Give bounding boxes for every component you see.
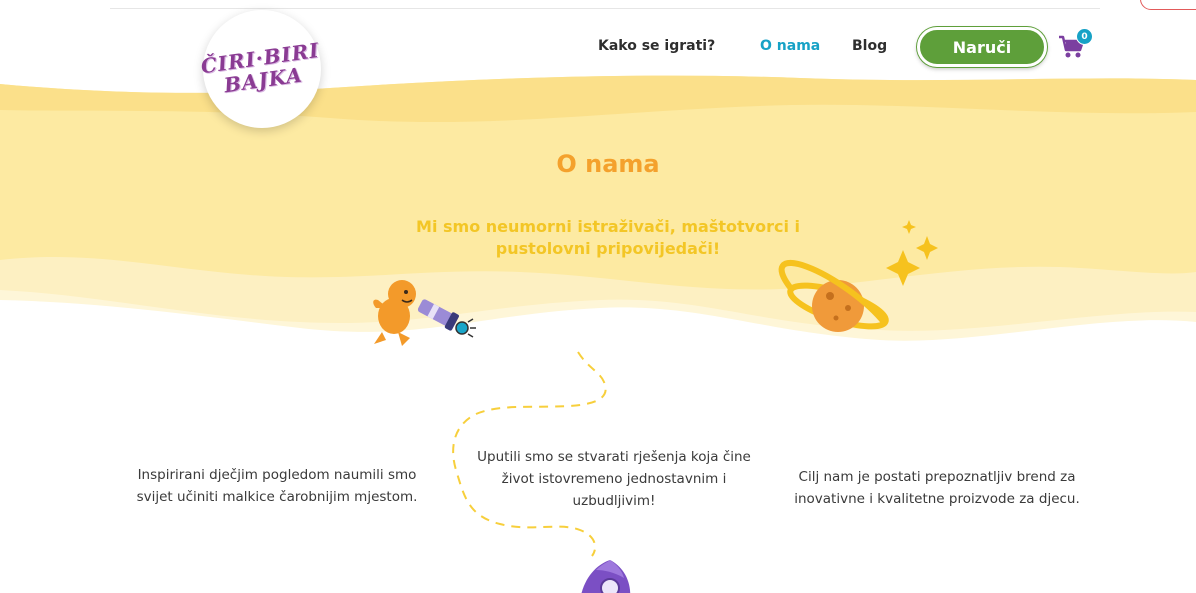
page-subtitle: Mi smo neumorni istraživači, maštotvorci… [416, 217, 800, 258]
column-text-solutions: Uputili smo se stvarati rješenja koja či… [477, 449, 751, 509]
nav-link-how-to-play[interactable]: Kako se igrati? [598, 38, 715, 54]
rocket-icon [581, 560, 631, 593]
nav-link-about-us[interactable]: O nama [760, 38, 820, 54]
site-logo[interactable]: ČIRI·BIRI BAJKA [199, 10, 322, 128]
cart-count-badge: 0 [1076, 28, 1093, 45]
cart-button[interactable]: 0 [1058, 28, 1093, 64]
order-button[interactable]: Naruči [917, 27, 1047, 67]
column-text-inspiration: Inspirirani dječjim pogledom naumili smo… [136, 467, 418, 505]
nav-link-blog[interactable]: Blog [852, 38, 887, 54]
page-title: O nama [556, 150, 660, 178]
column-text-goal: Cilj nam je postati prepoznatljiv brend … [794, 469, 1080, 507]
logo-wordmark: ČIRI·BIRI BAJKA [199, 37, 322, 98]
